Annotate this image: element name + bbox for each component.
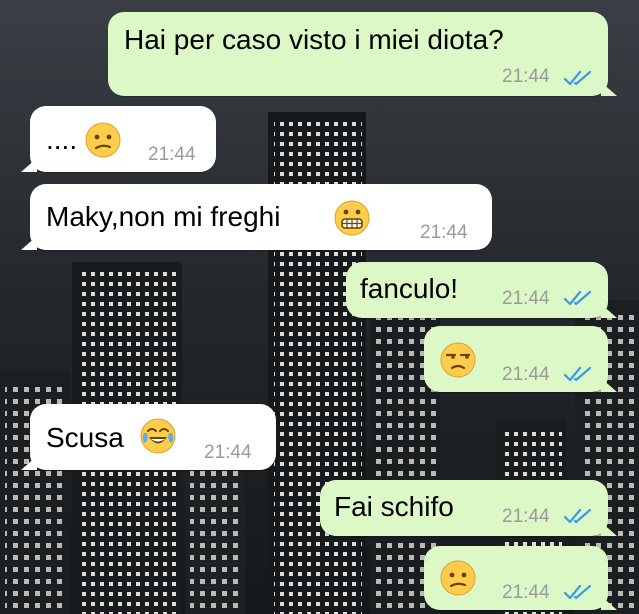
message-time: 21:44 [502, 66, 550, 87]
message-time: 21:44 [502, 506, 550, 527]
chat-message-list[interactable]: Hai per caso visto i miei diota? 21:44 .… [0, 0, 639, 614]
read-receipt-icon [564, 366, 592, 382]
message-outgoing[interactable]: Fai schifo 21:44 [320, 480, 617, 536]
message-time: 21:44 [502, 288, 550, 309]
message-incoming[interactable]: Maky,non mi freghi 21:44 [21, 184, 492, 250]
message-text: Maky,non mi freghi [46, 201, 281, 232]
message-time: 21:44 [502, 582, 550, 603]
message-time: 21:44 [502, 364, 550, 385]
message-incoming[interactable]: Scusa 21:44 [21, 404, 276, 470]
read-receipt-icon [564, 584, 592, 600]
read-receipt-icon [564, 508, 592, 524]
confused-face-icon [85, 122, 121, 158]
read-receipt-icon [564, 290, 592, 306]
tears-of-joy-face-icon [140, 418, 176, 454]
grimacing-face-icon [334, 200, 370, 236]
read-receipt-icon [564, 70, 592, 86]
unamused-face-icon [440, 342, 476, 378]
message-time: 21:44 [420, 222, 468, 243]
message-time: 21:44 [148, 144, 196, 165]
message-outgoing[interactable]: 21:44 [424, 326, 617, 392]
message-outgoing[interactable]: fanculo! 21:44 [346, 262, 617, 318]
message-text: Scusa [46, 422, 124, 453]
message-outgoing[interactable]: 21:44 [424, 546, 617, 610]
message-outgoing[interactable]: Hai per caso visto i miei diota? 21:44 [108, 12, 617, 96]
message-text: .... [46, 124, 78, 155]
message-text: fanculo! [360, 273, 459, 304]
message-text: Hai per caso visto i miei diota? [124, 24, 504, 55]
confused-face-icon [440, 560, 476, 596]
message-time: 21:44 [204, 442, 252, 463]
message-incoming[interactable]: .... 21:44 [21, 106, 216, 172]
message-text: Fai schifo [334, 491, 454, 522]
